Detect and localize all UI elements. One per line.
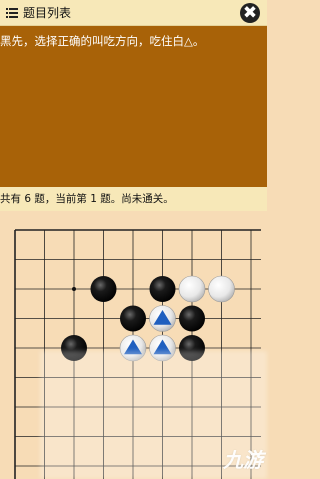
blur-overlay — [40, 351, 267, 479]
white-stone — [208, 275, 235, 303]
problem-panel: 黑先，选择正确的叫吃方向，吃住白△。 — [0, 26, 267, 187]
white-stone — [178, 275, 206, 303]
black-stone — [90, 276, 117, 302]
problem-list-button[interactable]: 题目列表 — [2, 0, 75, 26]
black-stone — [179, 305, 205, 332]
status-bar: 共有 6 题，当前第 1 题。尚未通关。 — [0, 187, 267, 211]
black-stone — [149, 276, 176, 302]
problem-description: 黑先，选择正确的叫吃方向，吃住白△。 — [0, 34, 205, 48]
list-icon — [6, 7, 18, 18]
top-bar: 题目列表 ✖ — [0, 0, 267, 26]
close-icon[interactable]: ✖ — [240, 3, 260, 23]
star-point — [72, 287, 76, 291]
problem-list-label: 题目列表 — [23, 6, 72, 20]
black-stone — [120, 305, 146, 332]
